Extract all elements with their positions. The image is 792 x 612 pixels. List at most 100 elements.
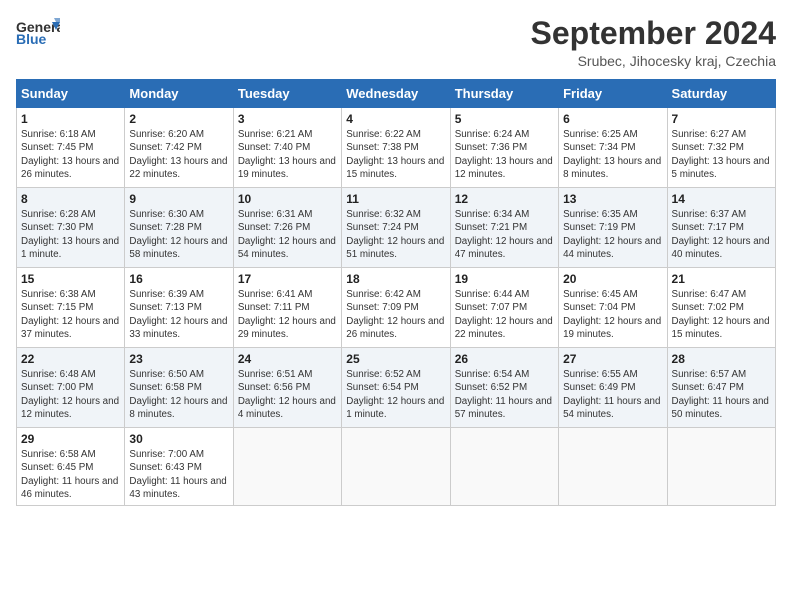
- table-row: 14Sunrise: 6:37 AMSunset: 7:17 PMDayligh…: [667, 188, 775, 268]
- table-row: [450, 428, 558, 506]
- table-row: 13 Sunrise: 6:35 AMSunset: 7:19 PMDayligh…: [559, 188, 667, 268]
- month-title: September 2024: [531, 16, 776, 51]
- day-number: 18: [346, 272, 445, 286]
- day-number: 5: [455, 112, 554, 126]
- table-row: 3 Sunrise: 6:21 AMSunset: 7:40 PMDaylight…: [233, 108, 341, 188]
- svg-text:Blue: Blue: [16, 31, 47, 46]
- col-saturday: Saturday: [667, 80, 775, 108]
- day-number: 10: [238, 192, 337, 206]
- day-info: Sunrise: 6:50 AMSunset: 6:58 PMDaylight:…: [129, 368, 228, 421]
- day-number: 11: [346, 192, 445, 206]
- day-number: 21: [672, 272, 771, 286]
- header: General Blue September 2024 Srubec, Jiho…: [16, 16, 776, 69]
- day-number: 16: [129, 272, 228, 286]
- day-number: 25: [346, 352, 445, 366]
- day-number: 17: [238, 272, 337, 286]
- day-info: Sunrise: 7:00 AMSunset: 6:43 PMDaylight:…: [129, 448, 228, 501]
- day-number: 27: [563, 352, 662, 366]
- calendar-header-row: Sunday Monday Tuesday Wednesday Thursday…: [17, 80, 776, 108]
- location: Srubec, Jihocesky kraj, Czechia: [531, 53, 776, 69]
- day-number: 20: [563, 272, 662, 286]
- day-info: Sunrise: 6:47 AMSunset: 7:02 PMDaylight:…: [672, 288, 771, 341]
- day-info: Sunrise: 6:44 AMSunset: 7:07 PMDaylight:…: [455, 288, 554, 341]
- day-number: 7: [672, 112, 771, 126]
- table-row: 10Sunrise: 6:31 AMSunset: 7:26 PMDayligh…: [233, 188, 341, 268]
- table-row: 4Sunrise: 6:22 AMSunset: 7:38 PMDaylight…: [342, 108, 450, 188]
- day-info: Sunrise: 6:39 AMSunset: 7:13 PMDaylight:…: [129, 288, 228, 341]
- day-info: Sunrise: 6:32 AMSunset: 7:24 PMDaylight:…: [346, 208, 445, 261]
- day-info: Sunrise: 6:57 AMSunset: 6:47 PMDaylight:…: [672, 368, 771, 421]
- col-wednesday: Wednesday: [342, 80, 450, 108]
- table-row: [342, 428, 450, 506]
- day-info: Sunrise: 6:38 AMSunset: 7:15 PMDaylight:…: [21, 288, 120, 341]
- day-info: Sunrise: 6:21 AMSunset: 7:40 PMDaylight:…: [238, 128, 337, 181]
- day-number: 30: [129, 432, 228, 446]
- day-info: Sunrise: 6:30 AMSunset: 7:28 PMDaylight:…: [129, 208, 228, 261]
- table-row: 18 Sunrise: 6:42 AMSunset: 7:09 PMDayligh…: [342, 268, 450, 348]
- table-row: 23 Sunrise: 6:50 AMSunset: 6:58 PMDayligh…: [125, 348, 233, 428]
- day-number: 12: [455, 192, 554, 206]
- day-info: Sunrise: 6:20 AMSunset: 7:42 PMDaylight:…: [129, 128, 228, 181]
- table-row: 29 Sunrise: 6:58 AMSunset: 6:45 PMDayligh…: [17, 428, 125, 506]
- table-row: 8 Sunrise: 6:28 AMSunset: 7:30 PMDaylight…: [17, 188, 125, 268]
- day-number: 23: [129, 352, 228, 366]
- table-row: 16 Sunrise: 6:39 AMSunset: 7:13 PMDayligh…: [125, 268, 233, 348]
- table-row: 17 Sunrise: 6:41 AMSunset: 7:11 PMDayligh…: [233, 268, 341, 348]
- col-monday: Monday: [125, 80, 233, 108]
- col-friday: Friday: [559, 80, 667, 108]
- logo-icon: General Blue: [16, 16, 60, 46]
- day-number: 6: [563, 112, 662, 126]
- day-info: Sunrise: 6:51 AMSunset: 6:56 PMDaylight:…: [238, 368, 337, 421]
- table-row: 15 Sunrise: 6:38 AMSunset: 7:15 PMDayligh…: [17, 268, 125, 348]
- day-number: 14: [672, 192, 771, 206]
- day-info: Sunrise: 6:28 AMSunset: 7:30 PMDaylight:…: [21, 208, 120, 261]
- table-row: [233, 428, 341, 506]
- table-row: 24Sunrise: 6:51 AMSunset: 6:56 PMDayligh…: [233, 348, 341, 428]
- table-row: 1 Sunrise: 6:18 AMSunset: 7:45 PMDaylight…: [17, 108, 125, 188]
- day-number: 8: [21, 192, 120, 206]
- day-number: 4: [346, 112, 445, 126]
- table-row: 25Sunrise: 6:52 AMSunset: 6:54 PMDayligh…: [342, 348, 450, 428]
- day-info: Sunrise: 6:24 AMSunset: 7:36 PMDaylight:…: [455, 128, 554, 181]
- day-info: Sunrise: 6:48 AMSunset: 7:00 PMDaylight:…: [21, 368, 120, 421]
- table-row: 2 Sunrise: 6:20 AMSunset: 7:42 PMDaylight…: [125, 108, 233, 188]
- table-row: 5 Sunrise: 6:24 AMSunset: 7:36 PMDaylight…: [450, 108, 558, 188]
- day-number: 2: [129, 112, 228, 126]
- table-row: 20 Sunrise: 6:45 AMSunset: 7:04 PMDayligh…: [559, 268, 667, 348]
- day-number: 9: [129, 192, 228, 206]
- title-section: September 2024 Srubec, Jihocesky kraj, C…: [531, 16, 776, 69]
- day-info: Sunrise: 6:42 AMSunset: 7:09 PMDaylight:…: [346, 288, 445, 341]
- day-number: 13: [563, 192, 662, 206]
- day-number: 26: [455, 352, 554, 366]
- table-row: 27Sunrise: 6:55 AMSunset: 6:49 PMDayligh…: [559, 348, 667, 428]
- day-info: Sunrise: 6:58 AMSunset: 6:45 PMDaylight:…: [21, 448, 120, 501]
- table-row: 30 Sunrise: 7:00 AMSunset: 6:43 PMDayligh…: [125, 428, 233, 506]
- calendar: Sunday Monday Tuesday Wednesday Thursday…: [16, 79, 776, 506]
- table-row: 26Sunrise: 6:54 AMSunset: 6:52 PMDayligh…: [450, 348, 558, 428]
- day-info: Sunrise: 6:18 AMSunset: 7:45 PMDaylight:…: [21, 128, 120, 181]
- table-row: 9 Sunrise: 6:30 AMSunset: 7:28 PMDaylight…: [125, 188, 233, 268]
- day-info: Sunrise: 6:34 AMSunset: 7:21 PMDaylight:…: [455, 208, 554, 261]
- day-info: Sunrise: 6:45 AMSunset: 7:04 PMDaylight:…: [563, 288, 662, 341]
- day-number: 3: [238, 112, 337, 126]
- day-number: 19: [455, 272, 554, 286]
- day-info: Sunrise: 6:35 AMSunset: 7:19 PMDaylight:…: [563, 208, 662, 261]
- table-row: 11 Sunrise: 6:32 AMSunset: 7:24 PMDayligh…: [342, 188, 450, 268]
- table-row: 28 Sunrise: 6:57 AMSunset: 6:47 PMDayligh…: [667, 348, 775, 428]
- day-number: 1: [21, 112, 120, 126]
- table-row: [559, 428, 667, 506]
- day-info: Sunrise: 6:25 AMSunset: 7:34 PMDaylight:…: [563, 128, 662, 181]
- col-sunday: Sunday: [17, 80, 125, 108]
- page: General Blue September 2024 Srubec, Jiho…: [0, 0, 792, 612]
- logo: General Blue: [16, 16, 60, 46]
- day-number: 29: [21, 432, 120, 446]
- col-thursday: Thursday: [450, 80, 558, 108]
- table-row: 12 Sunrise: 6:34 AMSunset: 7:21 PMDayligh…: [450, 188, 558, 268]
- col-tuesday: Tuesday: [233, 80, 341, 108]
- day-info: Sunrise: 6:41 AMSunset: 7:11 PMDaylight:…: [238, 288, 337, 341]
- day-number: 22: [21, 352, 120, 366]
- table-row: 6 Sunrise: 6:25 AMSunset: 7:34 PMDaylight…: [559, 108, 667, 188]
- table-row: 7Sunrise: 6:27 AMSunset: 7:32 PMDaylight…: [667, 108, 775, 188]
- day-number: 15: [21, 272, 120, 286]
- day-number: 28: [672, 352, 771, 366]
